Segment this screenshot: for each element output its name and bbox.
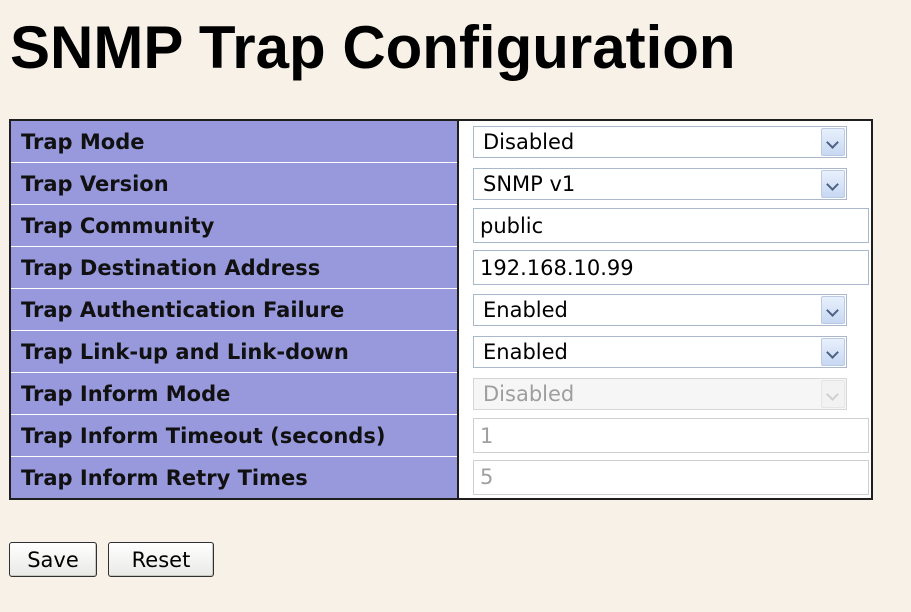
reset-button[interactable]: Reset: [108, 542, 214, 577]
trap-community-label: Trap Community: [10, 204, 459, 247]
trap-auth-failure-row: Trap Authentication Failure Enabled: [10, 288, 872, 331]
chevron-down-icon[interactable]: [821, 127, 845, 156]
trap-destination-input[interactable]: [473, 250, 869, 285]
trap-version-row: Trap Version SNMP v1: [10, 162, 872, 205]
chevron-down-icon: [821, 379, 845, 408]
trap-inform-mode-row: Trap Inform Mode Disabled: [10, 372, 872, 415]
trap-inform-mode-value: Disabled: [483, 381, 575, 406]
trap-destination-label: Trap Destination Address: [10, 246, 459, 289]
trap-community-row: Trap Community: [10, 204, 872, 247]
trap-config-table: Trap Mode Disabled Trap Version SNMP v1 …: [9, 119, 873, 500]
trap-link-updown-select[interactable]: Enabled: [473, 335, 847, 368]
trap-link-updown-label: Trap Link-up and Link-down: [10, 330, 459, 373]
trap-mode-row: Trap Mode Disabled: [10, 120, 872, 163]
save-button[interactable]: Save: [9, 542, 97, 577]
trap-inform-mode-select: Disabled: [473, 377, 847, 410]
trap-inform-mode-label: Trap Inform Mode: [10, 372, 459, 415]
page-title: SNMP Trap Configuration: [10, 14, 736, 81]
trap-inform-timeout-row: Trap Inform Timeout (seconds): [10, 414, 872, 457]
form-buttons: Save Reset: [9, 542, 214, 577]
trap-inform-timeout-label: Trap Inform Timeout (seconds): [10, 414, 459, 457]
trap-mode-value: Disabled: [483, 129, 575, 154]
trap-mode-label: Trap Mode: [10, 120, 459, 163]
trap-destination-row: Trap Destination Address: [10, 246, 872, 289]
chevron-down-icon[interactable]: [821, 295, 845, 324]
trap-inform-timeout-input: [473, 418, 869, 453]
trap-link-updown-value: Enabled: [483, 339, 568, 364]
trap-mode-select[interactable]: Disabled: [473, 125, 847, 158]
trap-auth-failure-value: Enabled: [483, 297, 568, 322]
trap-version-value: SNMP v1: [483, 171, 576, 196]
trap-inform-retry-input: [473, 459, 869, 495]
chevron-down-icon[interactable]: [821, 169, 845, 198]
trap-auth-failure-label: Trap Authentication Failure: [10, 288, 459, 331]
trap-link-updown-row: Trap Link-up and Link-down Enabled: [10, 330, 872, 373]
trap-version-select[interactable]: SNMP v1: [473, 167, 847, 200]
trap-auth-failure-select[interactable]: Enabled: [473, 293, 847, 326]
trap-community-input[interactable]: [473, 208, 869, 243]
trap-inform-retry-label: Trap Inform Retry Times: [10, 456, 459, 499]
trap-inform-retry-row: Trap Inform Retry Times: [10, 456, 872, 499]
trap-version-label: Trap Version: [10, 162, 459, 205]
chevron-down-icon[interactable]: [821, 337, 845, 366]
